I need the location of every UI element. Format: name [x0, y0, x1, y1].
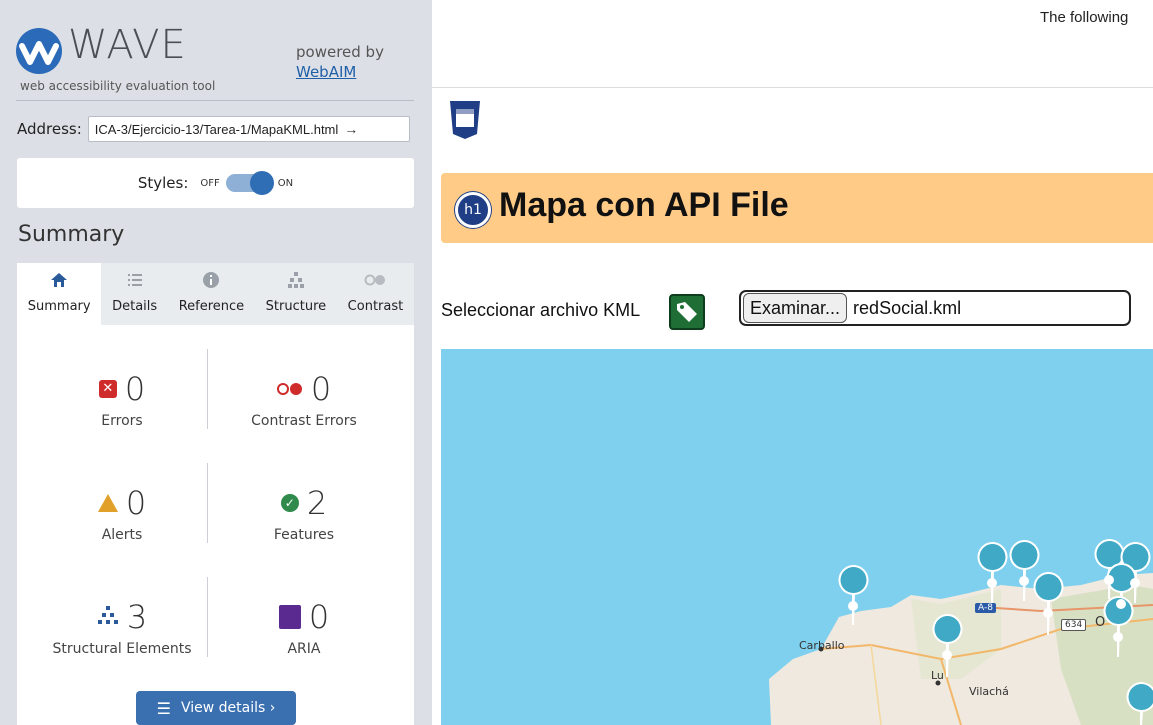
summary-panel: Summary Details Reference Structure Cont…	[17, 263, 414, 725]
features-label: Features	[273, 527, 335, 543]
alert-icon	[97, 494, 118, 512]
wave-logo[interactable]: WAVE web accessibility evaluation tool	[16, 22, 215, 98]
file-name: redSocial.kml	[853, 297, 962, 318]
tab-contrast[interactable]: Contrast	[337, 263, 414, 325]
summary-title: Summary	[18, 222, 125, 247]
road-shield-a8: A-8	[975, 603, 996, 613]
top-message: The following	[1040, 9, 1129, 26]
tab-structure[interactable]: Structure	[255, 263, 337, 325]
tab-details[interactable]: Details	[101, 263, 168, 325]
file-input[interactable]: Examinar... redSocial.kml	[739, 290, 1131, 326]
feature-check-icon: ✓	[280, 494, 299, 512]
errors-stat[interactable]: ✕ 0 Errors	[27, 369, 217, 429]
tab-label: Structure	[265, 299, 327, 314]
browse-button[interactable]: Examinar...	[743, 293, 848, 323]
wave-sidebar: WAVE web accessibility evaluation tool p…	[0, 0, 432, 725]
list-icon	[101, 271, 168, 293]
logo-subtitle: web accessibility evaluation tool	[20, 79, 216, 93]
contrast-errors-label: Contrast Errors	[251, 413, 357, 429]
aria-count: 0	[308, 598, 330, 636]
errors-count: 0	[124, 370, 146, 408]
structural-label: Structural Elements	[52, 641, 192, 657]
alerts-label: Alerts	[101, 527, 143, 543]
tab-label: Contrast	[347, 299, 404, 314]
map-label-lugo: Lu	[931, 669, 944, 682]
structural-count: 3	[126, 598, 148, 636]
h1-badge[interactable]: h1	[455, 192, 491, 228]
wave-tabs: Summary Details Reference Structure Cont…	[17, 263, 414, 325]
powered-by: powered by WebAIM	[296, 42, 384, 82]
road-shield-634: 634	[1061, 619, 1087, 631]
tab-reference[interactable]: Reference	[168, 263, 255, 325]
divider	[16, 100, 414, 101]
contrast-errors-count: 0	[310, 370, 332, 408]
aria-stat[interactable]: 0 ARIA	[209, 597, 399, 657]
contrast-icon	[337, 271, 414, 293]
contrast-errors-stat[interactable]: 0 Contrast Errors	[209, 369, 399, 429]
tab-label: Summary	[27, 299, 91, 314]
structural-elements-stat[interactable]: 3 Structural Elements	[27, 597, 217, 657]
alerts-stat[interactable]: 0 Alerts	[27, 483, 217, 543]
tab-label: Reference	[178, 299, 245, 314]
styles-toggle[interactable]	[225, 171, 274, 195]
features-stat[interactable]: ✓ 2 Features	[209, 483, 399, 543]
address-label: Address:	[17, 120, 82, 138]
info-icon	[168, 271, 255, 293]
label-tag-icon[interactable]	[669, 294, 705, 330]
styles-toggle-card: Styles: OFF ON	[17, 158, 414, 208]
html5-icon[interactable]	[448, 100, 482, 140]
address-value: ICA-3/Ejercicio-13/Tarea-1/MapaKML.html	[94, 121, 339, 137]
errors-label: Errors	[101, 413, 143, 429]
heading-container: h1 Mapa con API File	[441, 173, 1153, 243]
tab-label: Details	[112, 299, 158, 314]
page-preview: The following h1 Mapa con API File Selec…	[432, 0, 1153, 725]
alerts-count: 0	[125, 484, 147, 522]
aria-label: ARIA	[287, 641, 321, 657]
list-icon: ☰	[156, 698, 171, 718]
file-label: Seleccionar archivo KML	[441, 300, 641, 320]
tab-summary[interactable]: Summary	[17, 263, 102, 325]
page-heading: Mapa con API File	[499, 186, 789, 224]
home-icon	[17, 271, 101, 293]
logo-text: WAVE	[68, 22, 187, 68]
structure-icon	[97, 605, 119, 630]
aria-icon	[278, 605, 301, 629]
styles-off-label: OFF	[200, 177, 220, 189]
view-details-button[interactable]: ☰ View details ›	[136, 691, 296, 725]
view-details-label: View details ›	[180, 700, 276, 716]
hierarchy-icon	[255, 271, 337, 293]
map-label-vilacha: Vilachá	[969, 685, 1009, 698]
file-row: Seleccionar archivo KML Examinar... redS…	[441, 290, 1141, 330]
webaim-link[interactable]: WebAIM	[296, 62, 384, 82]
arrow-right-icon[interactable]: →	[344, 121, 358, 137]
toggle-knob	[249, 171, 274, 195]
top-strip: The following	[432, 0, 1153, 88]
styles-label: Styles:	[137, 174, 189, 192]
address-row: Address: ICA-3/Ejercicio-13/Tarea-1/Mapa…	[17, 116, 410, 142]
contrast-error-icon	[276, 382, 303, 396]
map-label-carballo: Carballo	[799, 639, 845, 652]
map[interactable]: Carballo Lu Vilachá A-8 634 O	[441, 349, 1153, 725]
map-label-oviedo: O	[1095, 615, 1106, 630]
features-count: 2	[306, 484, 328, 522]
error-icon: ✕	[98, 380, 117, 398]
address-input[interactable]: ICA-3/Ejercicio-13/Tarea-1/MapaKML.html …	[87, 116, 410, 142]
powered-by-text: powered by	[296, 43, 384, 61]
wave-logo-icon	[16, 28, 62, 74]
styles-on-label: ON	[277, 177, 294, 189]
